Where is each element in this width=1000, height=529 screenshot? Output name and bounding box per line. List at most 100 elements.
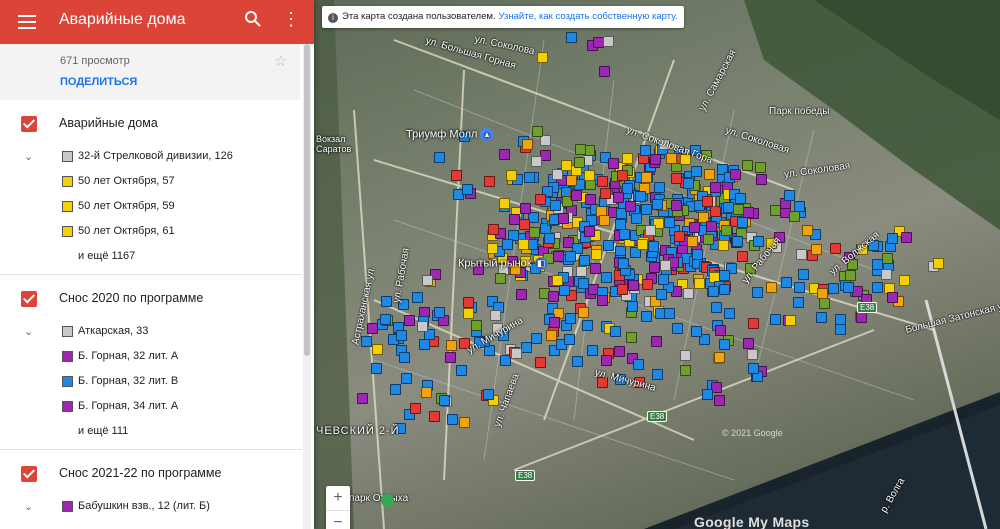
house-marker[interactable] xyxy=(599,215,610,226)
house-marker[interactable] xyxy=(412,292,423,303)
house-marker[interactable] xyxy=(691,326,702,337)
house-marker[interactable] xyxy=(649,262,660,273)
layer-item[interactable]: ⌄ 32-й Стрелковой дивизии, 126 xyxy=(0,144,302,169)
house-marker[interactable] xyxy=(566,32,577,43)
house-marker[interactable] xyxy=(417,321,428,332)
show-more-link[interactable]: и ещё 111 xyxy=(0,419,302,449)
house-marker[interactable] xyxy=(652,369,663,380)
house-marker[interactable] xyxy=(642,279,653,290)
house-marker[interactable] xyxy=(582,320,593,331)
house-marker[interactable] xyxy=(372,344,383,355)
house-marker[interactable] xyxy=(706,221,717,232)
chevron-down-icon[interactable]: ⌄ xyxy=(24,500,33,513)
house-marker[interactable] xyxy=(463,308,474,319)
house-marker[interactable] xyxy=(597,295,608,306)
house-marker[interactable] xyxy=(487,243,498,254)
star-icon[interactable]: ☆ xyxy=(274,52,287,70)
house-marker[interactable] xyxy=(584,226,595,237)
house-marker[interactable] xyxy=(357,393,368,404)
layer-header[interactable]: Аварийные дома xyxy=(0,100,302,144)
house-marker[interactable] xyxy=(901,232,912,243)
house-marker[interactable] xyxy=(816,312,827,323)
house-marker[interactable] xyxy=(618,258,629,269)
house-marker[interactable] xyxy=(484,176,495,187)
house-marker[interactable] xyxy=(794,201,805,212)
house-marker[interactable] xyxy=(766,282,777,293)
house-marker[interactable] xyxy=(410,403,421,414)
poi-station[interactable]: Вокзал Саратов xyxy=(316,134,351,154)
house-marker[interactable] xyxy=(516,289,527,300)
zoom-out-button[interactable]: − xyxy=(326,511,350,529)
house-marker[interactable] xyxy=(535,194,546,205)
house-marker[interactable] xyxy=(529,227,540,238)
house-marker[interactable] xyxy=(793,297,804,308)
layer-item[interactable]: Б. Горная, 34 лит. А xyxy=(0,394,302,419)
house-marker[interactable] xyxy=(933,258,944,269)
house-marker[interactable] xyxy=(817,288,828,299)
house-marker[interactable] xyxy=(502,239,513,250)
house-marker[interactable] xyxy=(811,244,822,255)
house-marker[interactable] xyxy=(521,342,532,353)
house-marker[interactable] xyxy=(597,176,608,187)
house-marker[interactable] xyxy=(371,363,382,374)
layer-item[interactable]: 50 лет Октября, 57 xyxy=(0,169,302,194)
layer-header[interactable]: Снос 2020 по программе xyxy=(0,275,302,319)
house-marker[interactable] xyxy=(590,263,601,274)
house-marker[interactable] xyxy=(733,204,744,215)
house-marker[interactable] xyxy=(724,308,735,319)
scrollbar[interactable] xyxy=(303,44,311,529)
house-marker[interactable] xyxy=(622,153,633,164)
house-marker[interactable] xyxy=(714,395,725,406)
house-marker[interactable] xyxy=(559,285,570,296)
house-marker[interactable] xyxy=(631,213,642,224)
house-marker[interactable] xyxy=(748,363,759,374)
house-marker[interactable] xyxy=(747,349,758,360)
menu-icon[interactable] xyxy=(18,11,36,33)
house-marker[interactable] xyxy=(585,194,596,205)
house-marker[interactable] xyxy=(520,203,531,214)
house-marker[interactable] xyxy=(599,66,610,77)
house-marker[interactable] xyxy=(601,272,612,283)
house-marker[interactable] xyxy=(789,211,800,222)
house-marker[interactable] xyxy=(691,166,702,177)
house-marker[interactable] xyxy=(550,200,561,211)
layer-checkbox[interactable] xyxy=(21,116,37,132)
layer-header[interactable]: Снос 2021-22 по программе xyxy=(0,450,302,494)
house-marker[interactable] xyxy=(499,149,510,160)
house-marker[interactable] xyxy=(872,282,883,293)
house-marker[interactable] xyxy=(419,339,430,350)
house-marker[interactable] xyxy=(613,192,624,203)
house-marker[interactable] xyxy=(578,307,589,318)
house-marker[interactable] xyxy=(459,417,470,428)
house-marker[interactable] xyxy=(652,199,663,210)
house-marker[interactable] xyxy=(617,284,628,295)
house-marker[interactable] xyxy=(753,236,764,247)
house-marker[interactable] xyxy=(770,314,781,325)
house-marker[interactable] xyxy=(537,52,548,63)
house-marker[interactable] xyxy=(564,334,575,345)
house-marker[interactable] xyxy=(719,284,730,295)
house-marker[interactable] xyxy=(518,239,529,250)
house-marker[interactable] xyxy=(689,222,700,233)
house-marker[interactable] xyxy=(714,352,725,363)
house-marker[interactable] xyxy=(390,384,401,395)
house-marker[interactable] xyxy=(737,217,748,228)
house-marker[interactable] xyxy=(641,311,652,322)
house-marker[interactable] xyxy=(627,301,638,312)
house-marker[interactable] xyxy=(641,204,652,215)
house-marker[interactable] xyxy=(843,282,854,293)
house-marker[interactable] xyxy=(571,190,582,201)
house-marker[interactable] xyxy=(531,333,542,344)
house-marker[interactable] xyxy=(755,162,766,173)
house-marker[interactable] xyxy=(532,126,543,137)
poi-market[interactable]: Крытый рынок ◧ xyxy=(458,257,548,270)
house-marker[interactable] xyxy=(495,273,506,284)
layer-item[interactable]: ⌄ Бабушкин взв., 12 (лит. Б) xyxy=(0,494,302,519)
poi-mall[interactable]: Триумф Молл ▴ xyxy=(406,128,494,141)
house-marker[interactable] xyxy=(737,251,748,262)
share-button[interactable]: ПОДЕЛИТЬСЯ xyxy=(60,76,137,88)
house-marker[interactable] xyxy=(648,241,659,252)
house-marker[interactable] xyxy=(483,389,494,400)
layer-checkbox[interactable] xyxy=(21,291,37,307)
house-marker[interactable] xyxy=(471,320,482,331)
